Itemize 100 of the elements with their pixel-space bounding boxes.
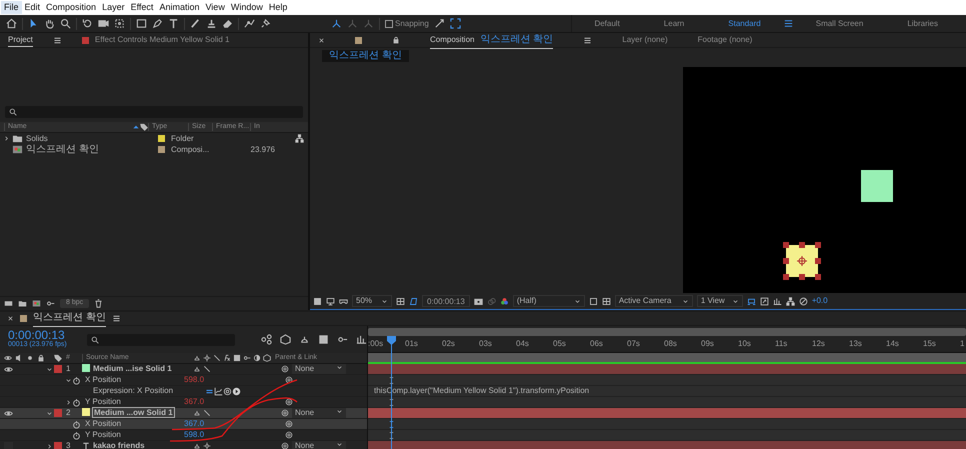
panel-tab[interactable]: Footage (none) xyxy=(698,33,752,47)
transparency-grid-icon[interactable] xyxy=(602,296,611,306)
snap-corners-icon[interactable] xyxy=(450,18,461,29)
workspace-tab[interactable]: Learn xyxy=(642,18,706,28)
pick-whip-icon[interactable] xyxy=(281,442,289,449)
pin-icon[interactable] xyxy=(260,18,271,29)
property-value[interactable]: 598.0 xyxy=(184,430,204,440)
panel-tab[interactable]: Project xyxy=(8,34,33,44)
menu-item[interactable]: Animation xyxy=(156,1,202,14)
menu-item[interactable]: Composition xyxy=(43,1,100,14)
monitor-icon[interactable] xyxy=(326,296,335,306)
rotate-icon[interactable] xyxy=(82,18,93,29)
pick-whip-icon[interactable] xyxy=(223,386,232,396)
flowchart-icon[interactable] xyxy=(295,134,304,143)
menu-item[interactable]: Window xyxy=(228,1,266,14)
work-area-bar[interactable] xyxy=(368,353,966,364)
interpret-footage-icon[interactable] xyxy=(4,299,13,308)
label-color-swatch[interactable] xyxy=(54,442,62,449)
panel-tab[interactable]: Composition 익스프레션 확인 xyxy=(430,32,554,48)
menu-icon[interactable] xyxy=(782,18,794,29)
exposure-icon[interactable] xyxy=(798,296,808,306)
motion-blur-switch-icon[interactable] xyxy=(243,354,251,362)
lock-icon[interactable] xyxy=(37,354,45,362)
label-tag-icon[interactable] xyxy=(140,123,148,131)
solo-icon[interactable] xyxy=(26,354,34,362)
parent-dropdown[interactable]: None xyxy=(292,364,346,374)
new-folder-icon[interactable] xyxy=(18,299,27,308)
search-field[interactable] xyxy=(86,334,235,346)
panel-tab[interactable]: Layer (none) xyxy=(622,33,668,47)
hand-icon[interactable] xyxy=(44,18,55,29)
draft-3d-icon[interactable] xyxy=(280,334,291,345)
mask-path-icon[interactable] xyxy=(409,296,418,306)
collapse-switch-icon[interactable] xyxy=(203,442,211,449)
close-icon[interactable] xyxy=(7,315,14,322)
stopwatch-icon[interactable] xyxy=(72,430,81,440)
adjustment-switch-icon[interactable] xyxy=(253,354,261,362)
shy-switch-icon[interactable] xyxy=(193,365,201,373)
adjust-icon[interactable] xyxy=(46,299,55,308)
zoom-icon[interactable] xyxy=(60,18,71,29)
type-tool-icon[interactable] xyxy=(168,18,179,29)
project-item-name[interactable]: 익스프레션 확인 xyxy=(23,144,158,156)
menu-item[interactable]: View xyxy=(202,1,228,14)
search-field[interactable] xyxy=(5,106,303,118)
rectangle-icon[interactable] xyxy=(136,18,147,29)
magnification-dropdown[interactable]: 50% xyxy=(352,295,392,307)
sort-arrow-icon[interactable] xyxy=(132,123,140,131)
stamp-icon[interactable] xyxy=(206,18,217,29)
workspace-tab[interactable]: Standard xyxy=(706,18,783,28)
shy-switch-icon[interactable] xyxy=(193,354,201,362)
graph-icon[interactable] xyxy=(214,386,223,396)
fast-draft-icon[interactable] xyxy=(760,296,769,306)
expression-menu-icon[interactable] xyxy=(232,386,241,396)
3d-switch-icon[interactable] xyxy=(263,354,271,362)
caret-icon[interactable] xyxy=(2,135,10,142)
panel-tab[interactable]: 익스프레션 확인 xyxy=(33,310,106,327)
menu-item[interactable]: File xyxy=(1,1,22,14)
shy-icon[interactable] xyxy=(299,334,310,345)
motion-blur-icon[interactable] xyxy=(337,334,348,345)
graph-editor-icon[interactable] xyxy=(356,334,367,345)
menu-item[interactable]: Effect xyxy=(128,1,156,14)
color-channel-icon[interactable] xyxy=(500,296,509,306)
label-color-swatch[interactable] xyxy=(54,365,62,373)
eye-icon[interactable] xyxy=(4,354,12,362)
timeline-graph-icon[interactable] xyxy=(772,296,782,306)
exposure-value[interactable]: +0.0 xyxy=(812,296,828,306)
layer-name[interactable]: kakao friends xyxy=(93,441,145,449)
property-name[interactable]: Y Position xyxy=(81,397,184,407)
region-icon[interactable] xyxy=(588,296,598,306)
workspace-tab[interactable]: Small Screen xyxy=(794,18,886,28)
menu-item[interactable]: Help xyxy=(266,1,290,14)
label-tag-icon[interactable] xyxy=(54,354,62,362)
selected-solid-layer[interactable] xyxy=(782,241,822,282)
frame-blending-icon[interactable] xyxy=(318,334,329,345)
timecode-field[interactable]: 0:00:00:13 xyxy=(422,295,470,307)
stopwatch-icon[interactable] xyxy=(72,420,81,428)
snapshot-icon[interactable] xyxy=(474,296,483,306)
layer-name[interactable]: Medium ...ise Solid 1 xyxy=(93,364,172,374)
property-name[interactable]: Y Position xyxy=(81,430,184,440)
menu-item[interactable]: Edit xyxy=(22,1,44,14)
eraser-icon[interactable] xyxy=(222,18,233,29)
property-value[interactable]: 367.0 xyxy=(184,397,204,407)
property-name[interactable]: X Position xyxy=(81,375,184,385)
view-layout-dropdown[interactable]: 1 View xyxy=(696,295,743,307)
stopwatch-icon[interactable] xyxy=(72,398,81,406)
parent-dropdown[interactable]: None xyxy=(292,408,346,418)
breadcrumb-tab[interactable]: 익스프레션 확인 xyxy=(322,50,409,62)
panel-tab[interactable]: Effect Controls Medium Yellow Solid 1 xyxy=(94,35,230,45)
snapping-label[interactable]: Snapping xyxy=(395,18,429,28)
caret-icon[interactable] xyxy=(46,366,52,372)
pen-icon[interactable] xyxy=(152,18,163,29)
resolution-dropdown[interactable]: (Half) xyxy=(512,295,585,307)
caret-icon[interactable] xyxy=(46,410,52,416)
stopwatch-icon[interactable] xyxy=(72,376,81,384)
flowchart-icon[interactable] xyxy=(786,296,795,306)
roto-brush-icon[interactable] xyxy=(244,18,255,29)
workspace-tab[interactable]: Libraries xyxy=(885,18,960,28)
lock-icon[interactable] xyxy=(392,36,400,44)
menu-item[interactable]: Layer xyxy=(99,1,128,14)
menu-icon[interactable] xyxy=(112,314,121,323)
caret-icon[interactable] xyxy=(65,398,72,406)
